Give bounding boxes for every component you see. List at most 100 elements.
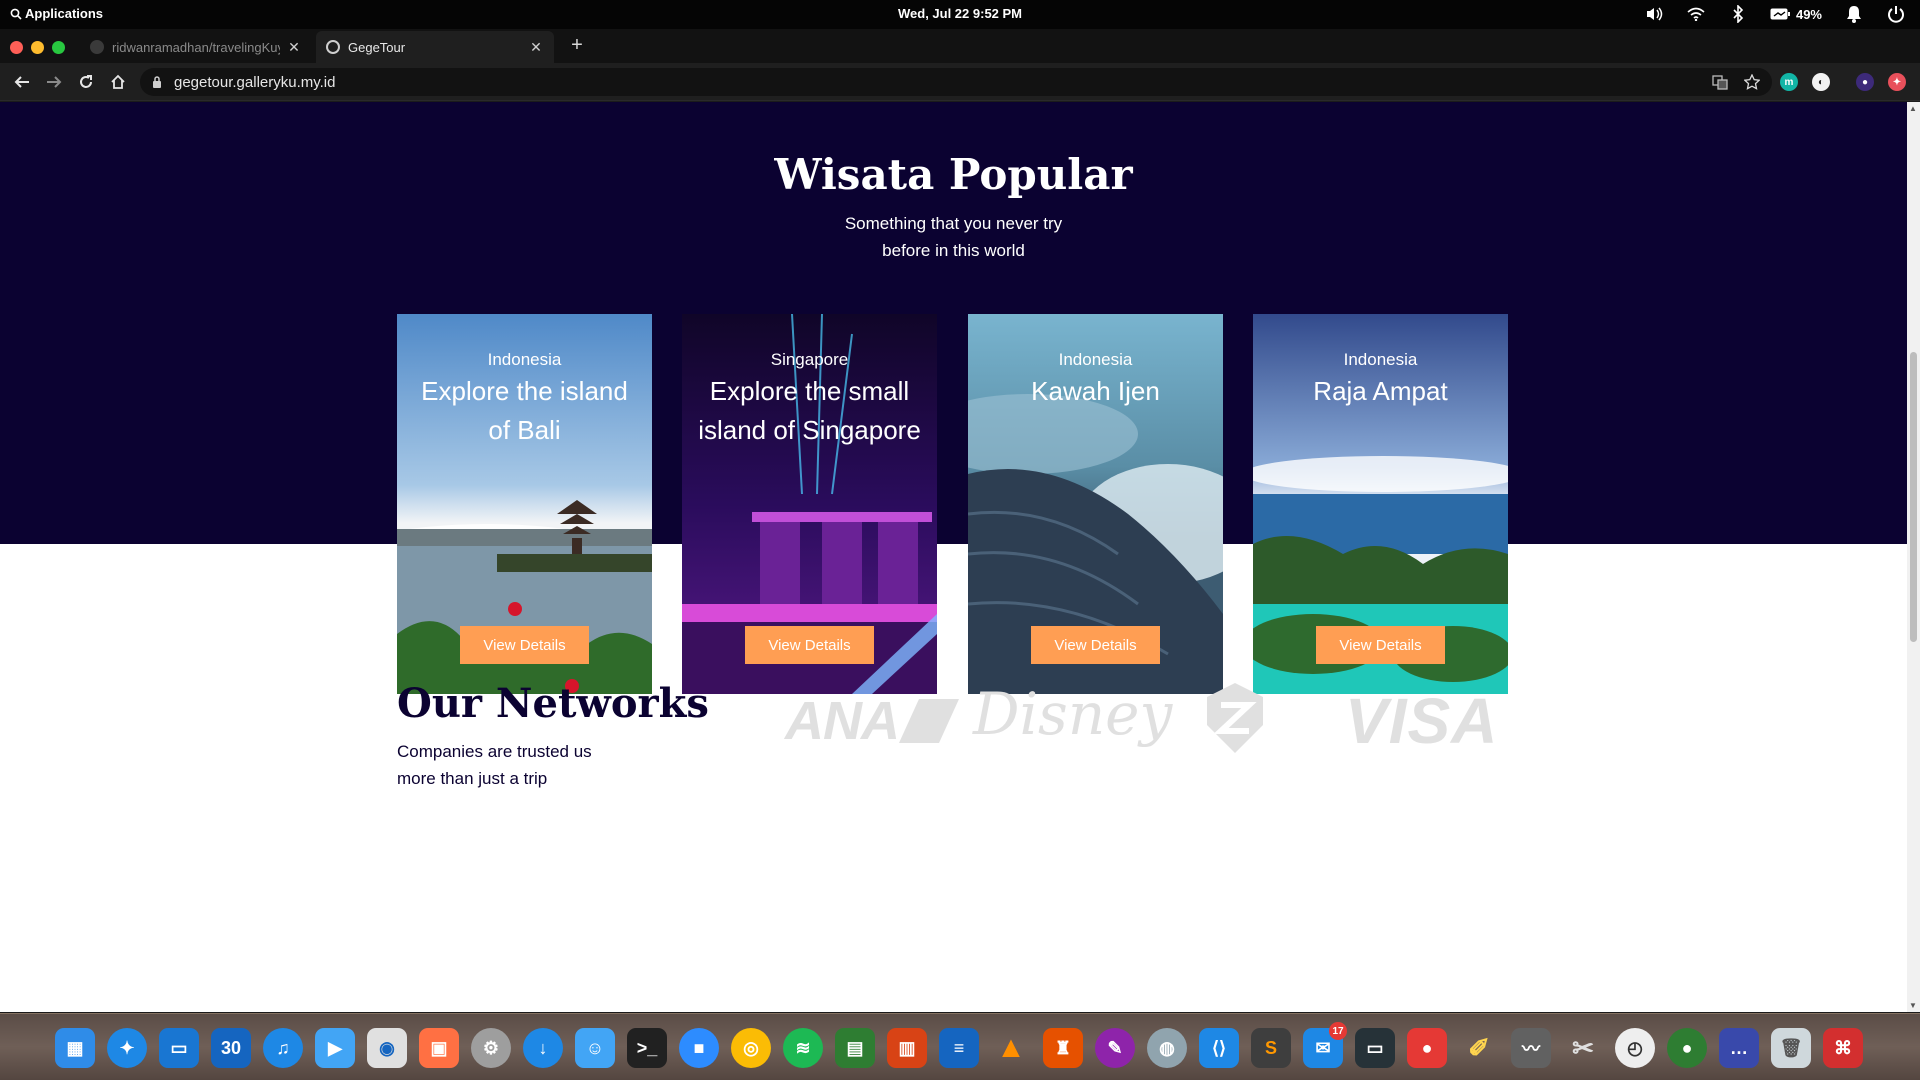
applications-menu[interactable]: Applications bbox=[10, 6, 103, 21]
translate-icon[interactable] bbox=[1712, 74, 1728, 94]
bluetooth-icon[interactable] bbox=[1728, 4, 1748, 24]
url-text: gegetour.galleryku.my.id bbox=[174, 73, 336, 91]
view-details-button[interactable]: View Details bbox=[745, 626, 874, 664]
music-icon[interactable]: ♫ bbox=[263, 1028, 303, 1068]
settings-icon[interactable]: ⚙ bbox=[471, 1028, 511, 1068]
wifi-icon[interactable] bbox=[1686, 4, 1706, 24]
extension-circle-icon[interactable]: ◐ bbox=[1811, 72, 1831, 92]
clock[interactable]: Wed, Jul 22 9:52 PM bbox=[898, 6, 1022, 21]
subtitle-line: Companies are trusted us bbox=[397, 742, 592, 761]
globe-icon[interactable]: ● bbox=[1667, 1028, 1707, 1068]
scroll-up-icon[interactable]: ▲ bbox=[1909, 104, 1917, 113]
page-scrollbar[interactable]: ▲ ▼ bbox=[1907, 102, 1920, 1012]
destination-card-bali[interactable]: Indonesia Explore the island of Bali Vie… bbox=[397, 314, 652, 694]
reload-icon bbox=[80, 75, 92, 88]
calendar-icon[interactable]: 30 bbox=[211, 1028, 251, 1068]
view-details-button[interactable]: View Details bbox=[1316, 626, 1445, 664]
paint-icon[interactable]: ✎ bbox=[1095, 1028, 1135, 1068]
address-bar[interactable]: gegetour.galleryku.my.id bbox=[140, 68, 1772, 96]
record-icon[interactable]: ● bbox=[1407, 1028, 1447, 1068]
power-icon[interactable] bbox=[1886, 4, 1906, 24]
close-tab-icon[interactable]: ✕ bbox=[528, 39, 544, 56]
clock-icon[interactable]: ◴ bbox=[1615, 1028, 1655, 1068]
camera-icon[interactable]: ◉ bbox=[367, 1028, 407, 1068]
vscode-icon[interactable]: ⟨⟩ bbox=[1199, 1028, 1239, 1068]
chrome-icon[interactable]: ◎ bbox=[731, 1028, 771, 1068]
notification-bell-icon[interactable] bbox=[1844, 4, 1864, 24]
new-tab-button[interactable]: + bbox=[566, 34, 588, 57]
destination-card-kawah-ijen[interactable]: Indonesia Kawah Ijen View Details bbox=[968, 314, 1223, 694]
networks-subtitle: Companies are trusted us more than just … bbox=[397, 738, 657, 792]
notes-icon[interactable]: ▭ bbox=[159, 1028, 199, 1068]
screen-capture-icon[interactable]: ▭ bbox=[1355, 1028, 1395, 1068]
trash-icon[interactable]: 🗑 bbox=[1771, 1028, 1811, 1068]
finder-icon[interactable]: ☺ bbox=[575, 1028, 615, 1068]
writer-icon[interactable]: ≡ bbox=[939, 1028, 979, 1068]
back-button[interactable] bbox=[12, 72, 32, 92]
spreadsheet-icon[interactable]: ▤ bbox=[835, 1028, 875, 1068]
card-country: Indonesia bbox=[1343, 350, 1418, 369]
ana-stripe-icon bbox=[899, 699, 959, 743]
home-icon bbox=[111, 74, 125, 89]
calendar-day: 30 bbox=[220, 1037, 242, 1058]
system-top-bar: Applications Wed, Jul 22 9:52 PM 49% bbox=[0, 0, 1920, 29]
ana-logo: ANA bbox=[785, 690, 959, 752]
view-details-button[interactable]: View Details bbox=[1031, 626, 1160, 664]
pdf-icon[interactable]: ⌘ bbox=[1823, 1028, 1863, 1068]
tab-gegetour[interactable]: GegeTour ✕ bbox=[316, 31, 554, 63]
card-place: Explore the island of Bali bbox=[421, 376, 628, 445]
reload-button[interactable] bbox=[76, 72, 96, 92]
battery-percent: 49% bbox=[1795, 6, 1822, 22]
downloader-icon[interactable]: ↓ bbox=[523, 1028, 563, 1068]
extension-m-icon[interactable]: m bbox=[1779, 72, 1799, 92]
forward-button[interactable] bbox=[44, 72, 64, 92]
dock: ▦ ✦ ▭ 30 ♫ ▶ ◉ ▣ ⚙ ↓ ☺ >_ ■ ◎ ≋ ▤ ▥ ≡ ▲ … bbox=[0, 1013, 1920, 1080]
disney-logo-text: Disney bbox=[973, 680, 1173, 748]
github-favicon-icon bbox=[90, 40, 104, 54]
presentation-icon[interactable]: ▣ bbox=[419, 1028, 459, 1068]
scroll-down-icon[interactable]: ▼ bbox=[1909, 1001, 1917, 1010]
monitor-icon[interactable]: 〰 bbox=[1511, 1028, 1551, 1068]
brush-icon[interactable]: ✐ bbox=[1459, 1028, 1499, 1068]
window-icon[interactable]: … bbox=[1719, 1028, 1759, 1068]
tab-github[interactable]: ridwanramadhan/travelingKuy ✕ bbox=[80, 31, 312, 63]
tab-title: ridwanramadhan/travelingKuy bbox=[112, 39, 280, 55]
page-viewport: Wisata Popular Something that you never … bbox=[0, 102, 1907, 1012]
safari-icon[interactable]: ✦ bbox=[107, 1028, 147, 1068]
volume-icon[interactable] bbox=[1644, 4, 1664, 24]
home-button[interactable] bbox=[108, 72, 128, 92]
destination-card-singapore[interactable]: Singapore Explore the small island of Si… bbox=[682, 314, 937, 694]
card-country: Singapore bbox=[770, 350, 849, 369]
card-place: Raja Ampat bbox=[1313, 376, 1448, 406]
close-window-button[interactable] bbox=[10, 41, 23, 54]
scrollbar-thumb[interactable] bbox=[1910, 352, 1917, 642]
profile-avatar[interactable]: ● bbox=[1855, 72, 1875, 92]
battery-indicator[interactable]: 49% bbox=[1770, 7, 1822, 22]
visa-logo-text: VISA bbox=[1345, 685, 1499, 757]
disk-icon[interactable]: ◍ bbox=[1147, 1028, 1187, 1068]
networks-title: Our Networks bbox=[397, 680, 709, 727]
vlc-icon[interactable]: ▲ bbox=[991, 1028, 1031, 1068]
launcher-icon[interactable]: ▦ bbox=[55, 1028, 95, 1068]
bookmark-star-icon[interactable] bbox=[1743, 73, 1761, 94]
terminal-icon[interactable]: >_ bbox=[627, 1028, 667, 1068]
battery-icon bbox=[1770, 8, 1790, 20]
dock-items: ▦ ✦ ▭ 30 ♫ ▶ ◉ ▣ ⚙ ↓ ☺ >_ ■ ◎ ≋ ▤ ▥ ≡ ▲ … bbox=[55, 1022, 1863, 1068]
sublime-icon[interactable]: S bbox=[1251, 1028, 1291, 1068]
maximize-window-button[interactable] bbox=[52, 41, 65, 54]
extension-red-icon[interactable]: ✦ bbox=[1887, 72, 1907, 92]
mail-badge: 17 bbox=[1329, 1022, 1347, 1040]
scissors-icon[interactable]: ✂ bbox=[1563, 1028, 1603, 1068]
gitkraken-icon[interactable]: ♜ bbox=[1043, 1028, 1083, 1068]
destination-card-raja-ampat[interactable]: Indonesia Raja Ampat View Details bbox=[1253, 314, 1508, 694]
spotify-icon[interactable]: ≋ bbox=[783, 1028, 823, 1068]
zoom-icon[interactable]: ■ bbox=[679, 1028, 719, 1068]
lock-icon bbox=[153, 76, 161, 88]
minimize-window-button[interactable] bbox=[31, 41, 44, 54]
video-icon[interactable]: ▶ bbox=[315, 1028, 355, 1068]
slides-icon[interactable]: ▥ bbox=[887, 1028, 927, 1068]
view-details-button[interactable]: View Details bbox=[460, 626, 589, 664]
mail-icon[interactable]: ✉ 17 bbox=[1303, 1022, 1347, 1068]
close-tab-icon[interactable]: ✕ bbox=[286, 39, 302, 56]
visa-logo: VISA bbox=[1345, 684, 1498, 758]
